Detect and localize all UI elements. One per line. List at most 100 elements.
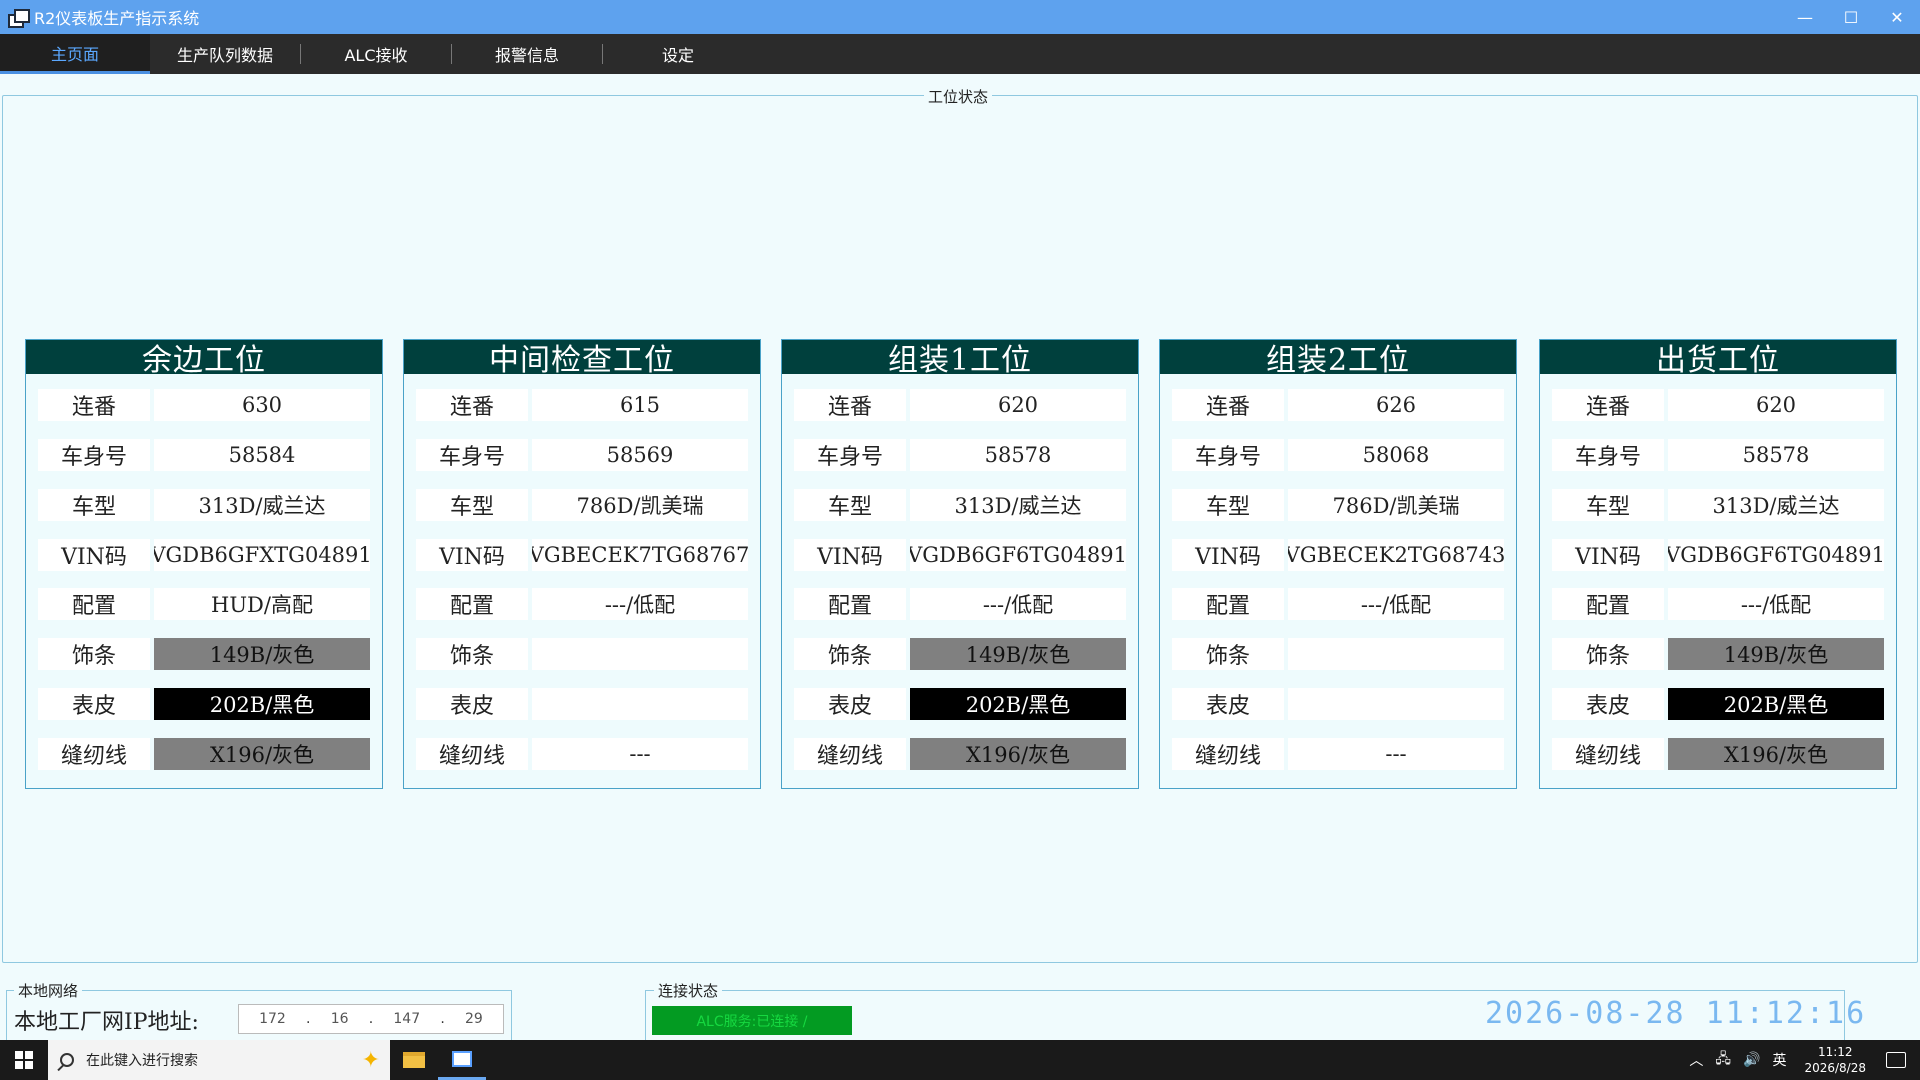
field-label: 缝纫线 (416, 738, 528, 770)
field-value: 149B/灰色 (154, 638, 370, 670)
ip-dot: . (440, 1011, 445, 1027)
tab-production-queue[interactable]: 生产队列数据 (150, 34, 300, 74)
field-value: LVGBECEK7TG687671 (532, 539, 748, 571)
station-row: 配置 ---/低配 (794, 588, 1126, 620)
field-value: 58068 (1288, 439, 1504, 471)
station-row: 车身号 58578 (794, 439, 1126, 471)
title-bar: R2仪表板生产指示系统 — ☐ ✕ (0, 0, 1920, 34)
station-row: 饰条 149B/灰色 (794, 638, 1126, 670)
field-label: 配置 (38, 588, 150, 620)
tab-alarm-info[interactable]: 报警信息 (452, 34, 602, 74)
taskbar-app-window[interactable] (438, 1040, 486, 1080)
station-row: 配置 ---/低配 (1552, 588, 1884, 620)
field-value: LVGBECEK2TG687433 (1288, 539, 1504, 571)
station-card: 组装2工位连番626车身号58068车型786D/凯美瑞VIN码LVGBECEK… (1159, 339, 1517, 789)
close-button[interactable]: ✕ (1874, 0, 1920, 34)
app-icon (452, 1050, 472, 1067)
field-label: 缝纫线 (1552, 738, 1664, 770)
tab-settings[interactable]: 设定 (603, 34, 753, 74)
station-row: 配置 ---/低配 (1172, 588, 1504, 620)
field-value: 630 (154, 389, 370, 421)
tab-main-page[interactable]: 主页面 (0, 34, 150, 74)
field-label: VIN码 (1552, 539, 1664, 571)
station-row: 车型 786D/凯美瑞 (416, 489, 748, 521)
station-row: 表皮 (416, 688, 748, 720)
field-label: 连番 (1172, 389, 1284, 421)
start-button[interactable] (0, 1040, 48, 1080)
ime-indicator[interactable]: 英 (1772, 1050, 1786, 1070)
station-row: 缝纫线 X196/灰色 (794, 738, 1126, 770)
minimize-button[interactable]: — (1782, 0, 1828, 34)
field-value: ---/低配 (1668, 588, 1884, 620)
field-value: 58584 (154, 439, 370, 471)
field-value: 58578 (1668, 439, 1884, 471)
field-label: 饰条 (416, 638, 528, 670)
station-row: VIN码LVGBECEK7TG687671 (416, 539, 748, 571)
field-value: ---/低配 (1288, 588, 1504, 620)
speaker-icon[interactable]: 🔊 (1743, 1052, 1760, 1068)
taskbar-clock[interactable]: 11:12 2026/8/28 (1804, 1044, 1866, 1076)
field-value (1288, 688, 1504, 720)
taskbar-date: 2026/8/28 (1804, 1061, 1866, 1075)
station-row: 配置 HUD/高配 (38, 588, 370, 620)
field-label: 配置 (794, 588, 906, 620)
field-label: 车型 (416, 489, 528, 521)
ip-octet-1[interactable]: 172 (259, 1011, 286, 1027)
field-label: 缝纫线 (794, 738, 906, 770)
station-title: 余边工位 (26, 340, 382, 378)
station-title: 出货工位 (1540, 340, 1896, 378)
field-value: 626 (1288, 389, 1504, 421)
station-row: 表皮 (1172, 688, 1504, 720)
folder-icon (403, 1052, 425, 1068)
tab-alc-receive[interactable]: ALC接收 (301, 34, 451, 74)
field-label: 连番 (1552, 389, 1664, 421)
field-value: 620 (1668, 389, 1884, 421)
taskbar-time: 11:12 (1817, 1045, 1853, 1059)
field-value (532, 688, 748, 720)
ip-octet-3[interactable]: 147 (393, 1011, 420, 1027)
field-label: 配置 (1552, 588, 1664, 620)
notification-icon[interactable] (1886, 1052, 1906, 1068)
field-label: 车型 (1172, 489, 1284, 521)
ip-dot: . (368, 1011, 374, 1027)
field-label: VIN码 (794, 539, 906, 571)
field-value: 313D/威兰达 (910, 489, 1126, 521)
field-label: 连番 (794, 389, 906, 421)
station-row: 车型 313D/威兰达 (1552, 489, 1884, 521)
menu-bar: 主页面 生产队列数据 ALC接收 报警信息 设定 (0, 34, 1920, 74)
field-value: LVGDB6GFXTG048915 (154, 539, 370, 571)
field-value: 58569 (532, 439, 748, 471)
field-value: X196/灰色 (910, 738, 1126, 770)
chevron-up-icon[interactable]: ︿ (1689, 1050, 1703, 1070)
field-label: 饰条 (38, 638, 150, 670)
taskbar-search-box[interactable]: 在此键入进行搜索 ✦ (48, 1040, 390, 1080)
connection-status-legend: 连接状态 (654, 980, 723, 1001)
field-label: 饰条 (1552, 638, 1664, 670)
search-icon (60, 1053, 74, 1067)
field-value: 620 (910, 389, 1126, 421)
ip-octet-2[interactable]: 16 (331, 1011, 349, 1027)
windows-icon (15, 1051, 33, 1069)
station-row: 车型 313D/威兰达 (794, 489, 1126, 521)
field-value: --- (532, 738, 748, 770)
taskbar-file-explorer[interactable] (390, 1040, 438, 1080)
local-network-legend: 本地网络 (14, 980, 83, 1001)
maximize-button[interactable]: ☐ (1828, 0, 1874, 34)
station-row: 缝纫线 X196/灰色 (38, 738, 370, 770)
field-label: 车身号 (1552, 439, 1664, 471)
station-row: 表皮 202B/黑色 (38, 688, 370, 720)
station-row: VIN码LVGBECEK2TG687433 (1172, 539, 1504, 571)
station-row: 车身号 58578 (1552, 439, 1884, 471)
ip-address-label: 本地工厂网IP地址: (14, 1010, 199, 1035)
field-value: X196/灰色 (1668, 738, 1884, 770)
field-label: 车身号 (794, 439, 906, 471)
ip-address-input[interactable]: 172. 16. 147. 29 (238, 1004, 504, 1034)
station-card: 出货工位连番620车身号58578车型313D/威兰达VIN码LVGDB6GF6… (1539, 339, 1897, 789)
station-row: 饰条 (1172, 638, 1504, 670)
field-value: 786D/凯美瑞 (532, 489, 748, 521)
network-icon[interactable]: 🖧 (1715, 1048, 1731, 1072)
field-label: VIN码 (1172, 539, 1284, 571)
field-value: 202B/黑色 (1668, 688, 1884, 720)
station-row: 连番 615 (416, 389, 748, 421)
ip-octet-4[interactable]: 29 (465, 1011, 483, 1027)
